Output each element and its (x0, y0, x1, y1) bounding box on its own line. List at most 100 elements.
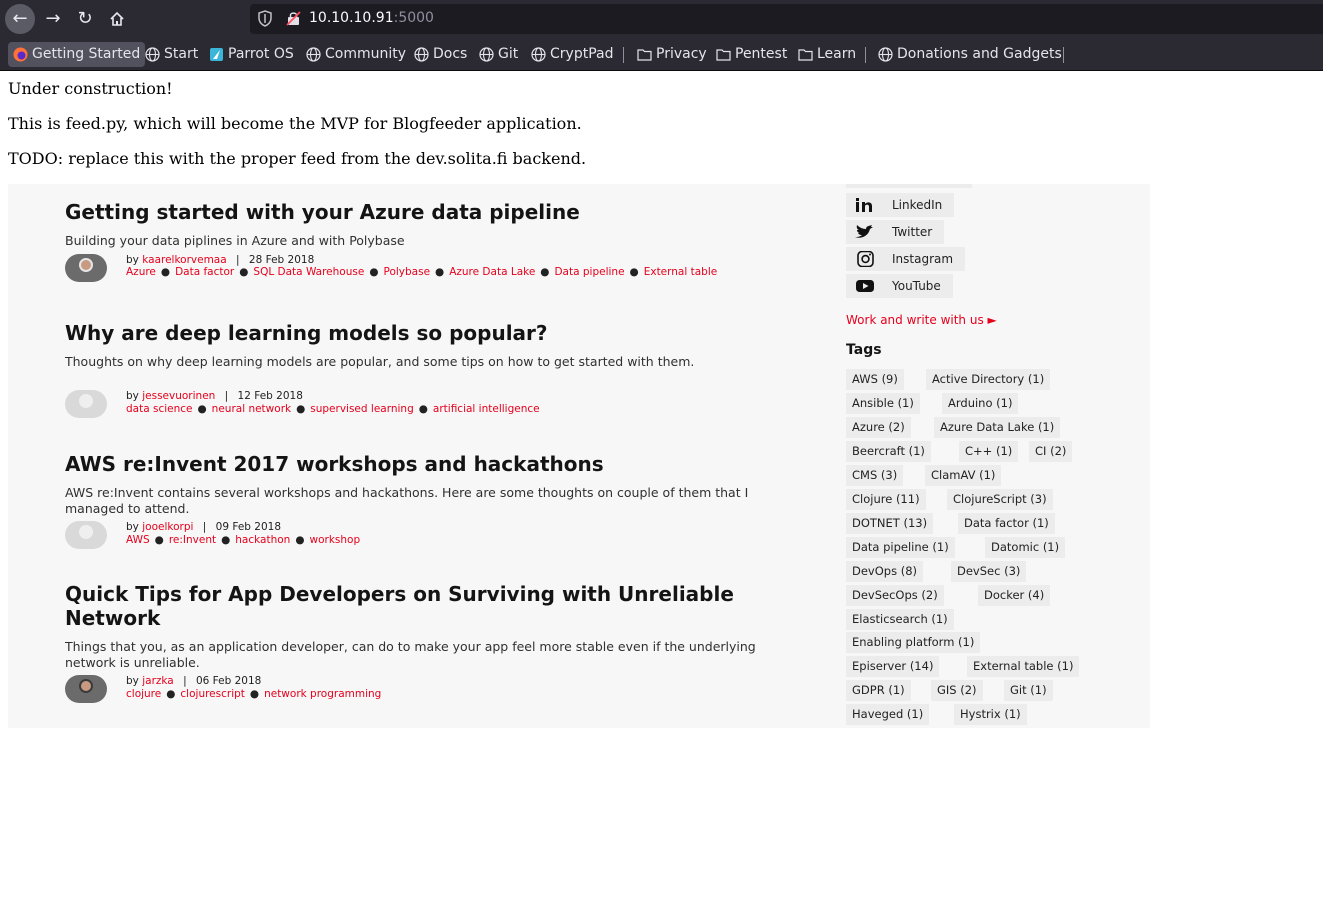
post-tag: SQL Data Warehouse (253, 266, 365, 278)
tag-pill: Git (1) (1004, 680, 1053, 701)
globe-icon (531, 47, 546, 62)
firefox-icon (13, 47, 28, 62)
tag-pill: GIS (2) (931, 680, 983, 701)
post-tag: workshop (309, 534, 361, 546)
tag-pill: ClamAV (1) (925, 465, 1002, 486)
post-title: Quick Tips for App Developers on Survivi… (65, 582, 734, 630)
bookmark-community[interactable]: Community (301, 42, 411, 67)
bookmark-separator (623, 47, 624, 63)
url-port: :5000 (393, 10, 434, 26)
bookmark-folder-learn[interactable]: Learn (793, 42, 861, 67)
social-label: YouTube (892, 279, 941, 293)
post-tags: Azure ● Data factor ● SQL Data Warehouse ● Pol… (126, 266, 718, 278)
arrow-left-icon: ← (12, 8, 28, 29)
address-bar[interactable]: 10.10.10.91:5000 (250, 4, 1323, 34)
post-date: 06 Feb 2018 (195, 675, 262, 687)
bookmark-label: Learn (817, 46, 857, 62)
linkedin-icon (856, 198, 872, 212)
post-tag: External table (643, 266, 718, 278)
shield-icon[interactable] (258, 10, 272, 27)
social-label: LinkedIn (892, 198, 943, 212)
bookmark-docs[interactable]: Docs (409, 42, 472, 67)
post-tag: hackathon (235, 534, 291, 546)
bookmark-label: Privacy (656, 46, 707, 62)
home-button[interactable] (102, 4, 132, 34)
social-link-twitter: Twitter (846, 220, 945, 244)
back-button[interactable]: ← (5, 4, 35, 34)
tag-pill: Azure Data Lake (1) (934, 417, 1061, 438)
reload-icon: ↻ (77, 8, 93, 29)
post-meta: by jarzka | 06 Feb 2018 (126, 675, 261, 687)
folder-icon (798, 49, 813, 61)
bookmark-folder-privacy[interactable]: Privacy (632, 42, 712, 67)
globe-icon (479, 47, 494, 62)
post-tag: network programming (264, 688, 382, 700)
bookmark-donations-and-gadgets[interactable]: Donations and Gadgets (873, 42, 1067, 67)
post-date: 12 Feb 2018 (237, 390, 303, 402)
tag-pill: DOTNET (13) (846, 513, 934, 534)
post-tag: neural network (211, 403, 292, 415)
post-title: Why are deep learning models so popular? (65, 321, 548, 345)
post-tag: Azure (126, 266, 156, 278)
tag-pill: ClojureScript (3) (947, 489, 1053, 510)
post-tag: Data pipeline (554, 266, 625, 278)
todo-text: TODO: replace this with the proper feed … (8, 149, 587, 168)
post-author: jarzka (142, 675, 174, 687)
tag-pill: Active Directory (1) (926, 369, 1051, 390)
bookmark-git[interactable]: Git (474, 42, 523, 67)
bookmark-start[interactable]: Start (140, 42, 203, 67)
globe-icon (878, 47, 893, 62)
tag-pill: AWS (9) (846, 369, 904, 390)
tag-pill: Beercraft (1) (846, 441, 931, 462)
bookmark-parrot-os[interactable]: Parrot OS (204, 42, 299, 67)
post-description: Building your data piplines in Azure and… (65, 233, 405, 248)
author-avatar (65, 254, 107, 282)
post-meta: by jooelkorpi | 09 Feb 2018 (126, 521, 281, 533)
post-meta: by kaarelkorvemaa | 28 Feb 2018 (126, 254, 314, 266)
post-tags: AWS ● re:Invent ● hackathon ● workshop (126, 534, 361, 546)
meta-separator: | (183, 675, 187, 687)
bookmark-folder-pentest[interactable]: Pentest (711, 42, 792, 67)
tag-pill: External table (1) (967, 656, 1080, 677)
by-label: by (126, 390, 139, 402)
bookmark-getting-started[interactable]: Getting Started (8, 42, 146, 67)
parrot-icon (210, 48, 223, 61)
tag-pill: Hystrix (1) (954, 704, 1027, 725)
tag-pill: Elasticsearch (1) (846, 609, 954, 630)
url-text[interactable]: 10.10.10.91:5000 (309, 10, 434, 26)
post-tag: Azure Data Lake (449, 266, 536, 278)
bookmark-label: Getting Started (32, 46, 141, 62)
tag-pill: Arduino (1) (942, 393, 1019, 414)
bookmark-label: Docs (433, 46, 468, 62)
tag-pill: Episerver (14) (846, 656, 940, 677)
tag-pill: Enabling platform (1) (846, 632, 981, 653)
forward-button[interactable]: → (38, 4, 68, 34)
social-link-instagram: Instagram (846, 247, 966, 271)
tag-pill: GDPR (1) (846, 680, 911, 701)
tag-pill: DevSecOps (2) (846, 585, 944, 606)
tags-heading: Tags (846, 342, 882, 358)
post-tag: Data factor (175, 266, 235, 278)
post-author: jooelkorpi (142, 521, 194, 533)
bookmark-separator (1063, 47, 1064, 63)
post-tag: Polybase (383, 266, 431, 278)
folder-icon (637, 49, 652, 61)
post-tag: artificial intelligence (432, 403, 540, 415)
post-author: jessevuorinen (142, 390, 216, 402)
post-tag: data science (126, 403, 193, 415)
social-link-linkedin: LinkedIn (846, 193, 955, 217)
reload-button[interactable]: ↻ (70, 4, 100, 34)
social-link-partial (846, 184, 972, 188)
twitter-icon (855, 225, 873, 238)
tag-pill: DevSec (3) (951, 561, 1027, 582)
work-with-us-link: Work and write with us ► (846, 313, 997, 327)
insecure-lock-icon[interactable] (286, 11, 301, 26)
tag-pill: C++ (1) (959, 441, 1019, 462)
bookmark-label: Pentest (735, 46, 788, 62)
post-tags: clojure ● clojurescript ● network programmin… (126, 688, 382, 700)
bookmark-label: Parrot OS (228, 46, 294, 62)
under-construction-text: Under construction! (8, 79, 173, 98)
tag-pill: Datomic (1) (985, 537, 1066, 558)
bookmark-cryptpad[interactable]: CryptPad (526, 42, 618, 67)
social-link-youtube: YouTube (846, 274, 953, 298)
